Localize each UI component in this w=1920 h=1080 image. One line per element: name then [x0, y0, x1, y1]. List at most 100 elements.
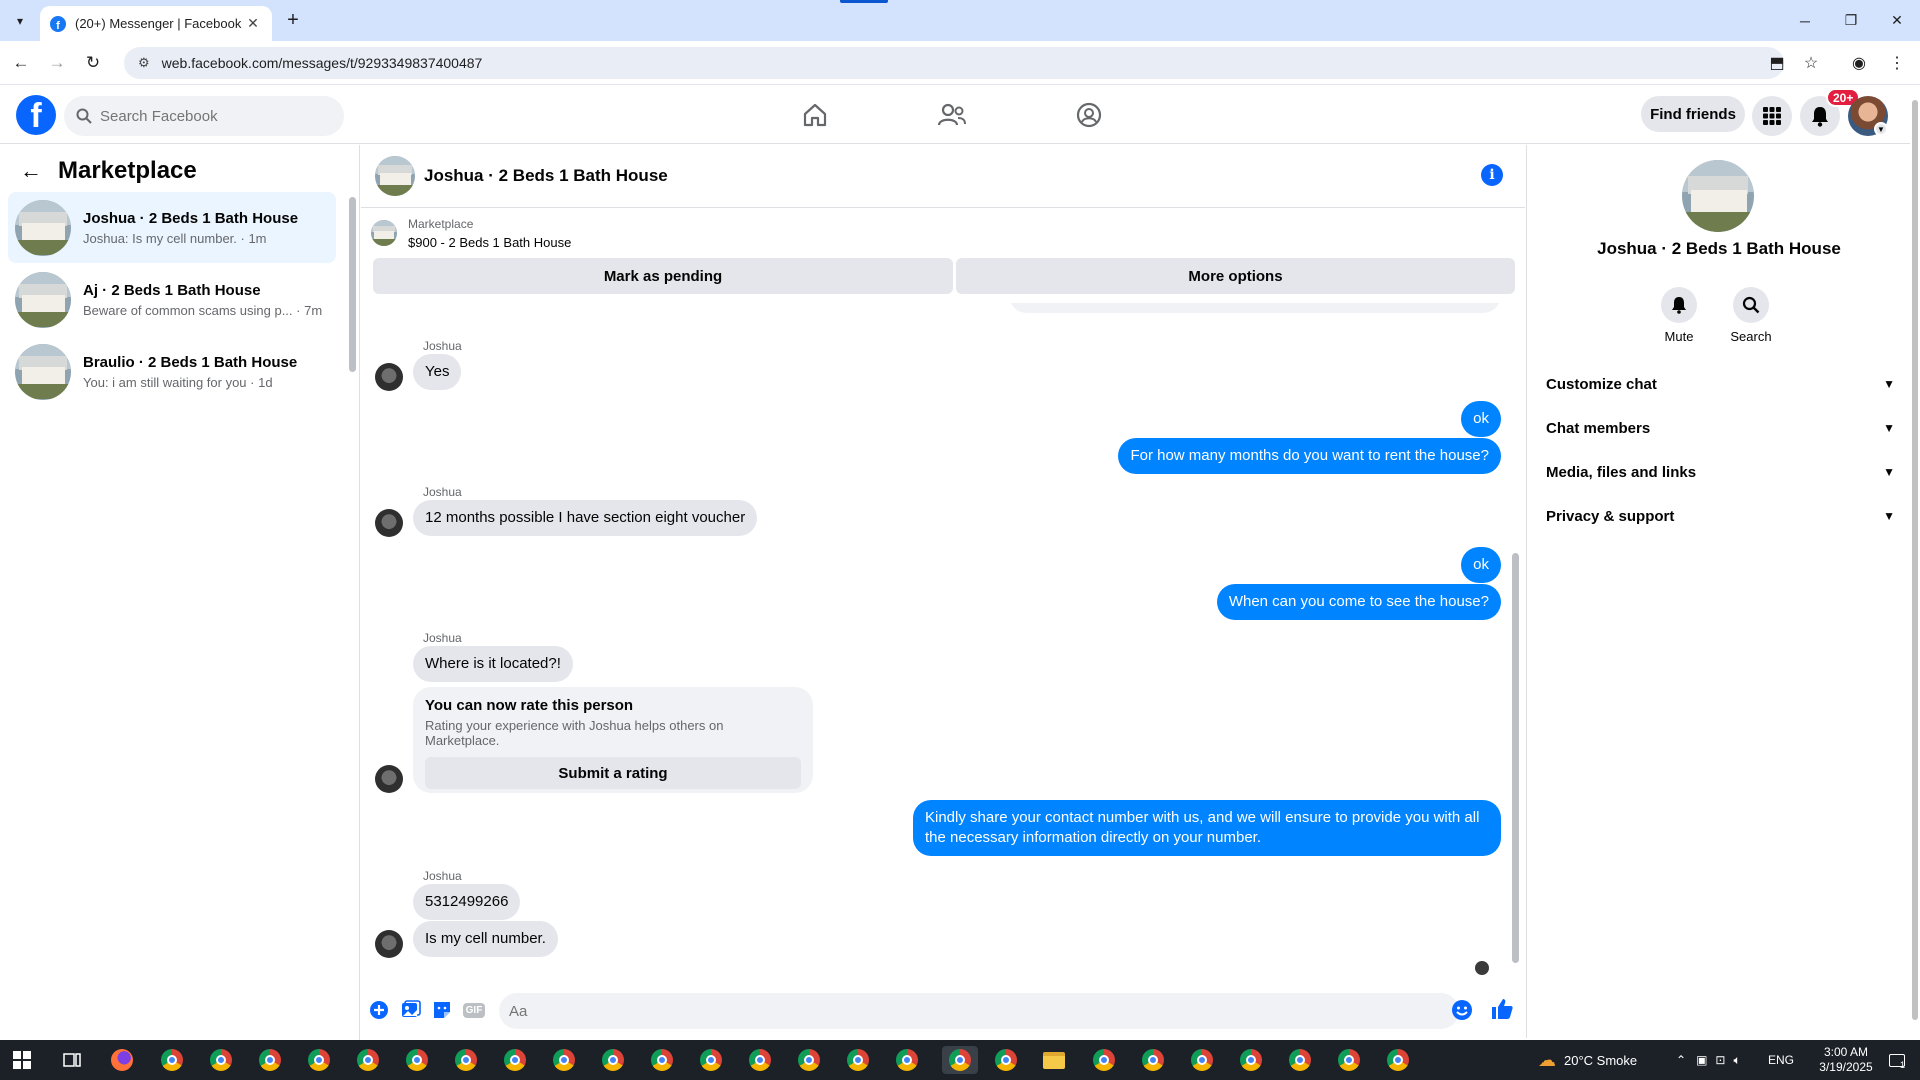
message-bubble-outgoing[interactable]: For how many months do you want to rent …	[1118, 438, 1501, 474]
file-explorer-icon[interactable]	[1040, 1046, 1068, 1074]
thumbs-up-icon[interactable]	[1490, 997, 1514, 1021]
sender-avatar[interactable]	[375, 509, 403, 537]
message-bubble-incoming[interactable]: Is my cell number.	[413, 921, 558, 957]
chrome-icon[interactable]	[403, 1046, 431, 1074]
chrome-icon[interactable]	[599, 1046, 627, 1074]
facebook-search[interactable]	[64, 96, 344, 136]
groups-icon[interactable]	[1072, 98, 1106, 132]
kebab-menu-icon[interactable]: ⋮	[1886, 52, 1908, 74]
weather-widget[interactable]: ☁ 20°C Smoke	[1538, 1040, 1637, 1080]
restore-icon[interactable]: ❐	[1828, 0, 1874, 41]
more-options-button[interactable]: More options	[956, 258, 1515, 294]
chrome-icon[interactable]	[1188, 1046, 1216, 1074]
sender-avatar[interactable]	[375, 765, 403, 793]
chrome-icon[interactable]	[746, 1046, 774, 1074]
site-info-icon[interactable]: ⚙	[138, 55, 150, 71]
chat-scrollbar[interactable]	[1512, 553, 1519, 963]
chrome-icon[interactable]	[992, 1046, 1020, 1074]
chat-members-row[interactable]: Chat members ▼	[1541, 408, 1901, 448]
reload-icon[interactable]: ↻	[80, 50, 106, 76]
chrome-icon[interactable]	[844, 1046, 872, 1074]
message-bubble-outgoing[interactable]: Kindly share your contact number with us…	[913, 800, 1501, 856]
notification-center-icon[interactable]: 1	[1880, 1040, 1914, 1080]
chrome-icon[interactable]	[354, 1046, 382, 1074]
task-view-icon[interactable]	[58, 1046, 86, 1074]
message-bubble-incoming[interactable]: Where is it located?!	[413, 646, 573, 682]
chrome-icon[interactable]	[158, 1046, 186, 1074]
network-icon[interactable]: ⊡	[1715, 1053, 1725, 1067]
chrome-icon[interactable]	[550, 1046, 578, 1074]
chrome-icon[interactable]	[501, 1046, 529, 1074]
listing-thumbnail[interactable]	[371, 220, 397, 246]
page-scrollbar-thumb[interactable]	[1912, 100, 1918, 1020]
page-scrollbar[interactable]	[1910, 86, 1920, 1040]
message-bubble-incoming[interactable]: Yes	[413, 354, 462, 390]
tab-search-chevron-icon[interactable]: ▾	[8, 9, 32, 33]
chrome-icon[interactable]	[1384, 1046, 1412, 1074]
back-arrow-icon[interactable]: ←	[20, 158, 42, 184]
mute-action[interactable]: Mute	[1649, 287, 1709, 344]
chrome-icon[interactable]	[795, 1046, 823, 1074]
chrome-icon[interactable]	[1335, 1046, 1363, 1074]
minimize-icon[interactable]: ─	[1782, 0, 1828, 41]
chrome-icon[interactable]	[207, 1046, 235, 1074]
submit-rating-button[interactable]: Submit a rating	[425, 757, 801, 789]
gif-icon[interactable]: GIF	[462, 998, 486, 1022]
camera-icon[interactable]: ▣	[1696, 1053, 1707, 1067]
chrome-icon[interactable]	[648, 1046, 676, 1074]
message-bubble-outgoing[interactable]: ok	[1461, 547, 1501, 583]
find-friends-button[interactable]: Find friends	[1641, 96, 1745, 132]
bookmark-star-icon[interactable]: ☆	[1800, 52, 1822, 74]
chrome-icon[interactable]	[1286, 1046, 1314, 1074]
address-bar[interactable]: ⚙ web.facebook.com/messages/t/9293349837…	[124, 47, 1784, 79]
message-bubble-incoming[interactable]: 5312499266	[413, 884, 521, 920]
friends-icon[interactable]	[935, 98, 969, 132]
search-input[interactable]	[100, 107, 330, 125]
chrome-icon[interactable]	[256, 1046, 284, 1074]
browser-tab-messenger[interactable]: f (20+) Messenger | Facebook ✕	[40, 6, 272, 41]
conversation-info-icon[interactable]: i	[1481, 164, 1503, 186]
chrome-icon[interactable]	[1237, 1046, 1265, 1074]
account-chevron-icon[interactable]: ▼	[1874, 122, 1888, 136]
chevron-up-icon[interactable]: ⌃	[1676, 1053, 1686, 1067]
menu-grid-icon[interactable]	[1752, 96, 1792, 136]
message-input-wrapper[interactable]	[499, 993, 1459, 1029]
listing-price-title[interactable]: $900 - 2 Beds 1 Bath House	[408, 235, 571, 250]
message-bubble-incoming[interactable]: 12 months possible I have section eight …	[413, 500, 758, 536]
chrome-icon[interactable]	[305, 1046, 333, 1074]
media-files-links-row[interactable]: Media, files and links ▼	[1541, 452, 1901, 492]
conversation-item-joshua[interactable]: Joshua · 2 Beds 1 Bath House Joshua: Is …	[8, 192, 336, 263]
tab-close-icon[interactable]: ✕	[244, 15, 262, 32]
chrome-icon[interactable]	[893, 1046, 921, 1074]
message-input[interactable]	[509, 1002, 1409, 1020]
clock[interactable]: 3:00 AM 3/19/2025	[1812, 1040, 1880, 1080]
language-indicator[interactable]: ENG	[1768, 1040, 1794, 1080]
forward-arrow-icon[interactable]: →	[44, 50, 70, 76]
firefox-icon[interactable]	[108, 1046, 136, 1074]
photo-icon[interactable]	[399, 998, 423, 1022]
new-tab-button[interactable]: +	[282, 10, 304, 32]
mark-as-pending-button[interactable]: Mark as pending	[373, 258, 953, 294]
conversation-item-braulio[interactable]: Braulio · 2 Beds 1 Bath House You: i am …	[8, 336, 336, 407]
profile-icon[interactable]: ◉	[1848, 52, 1870, 74]
customize-chat-row[interactable]: Customize chat ▼	[1541, 364, 1901, 404]
chrome-icon[interactable]	[1090, 1046, 1118, 1074]
install-app-icon[interactable]: ⬒	[1766, 52, 1788, 74]
message-bubble-outgoing[interactable]: When can you come to see the house?	[1216, 584, 1501, 620]
windows-start-icon[interactable]	[8, 1046, 36, 1074]
window-close-icon[interactable]: ✕	[1874, 0, 1920, 41]
plus-circle-icon[interactable]	[367, 998, 391, 1022]
back-arrow-icon[interactable]: ←	[8, 50, 34, 76]
conversation-item-aj[interactable]: Aj · 2 Beds 1 Bath House Beware of commo…	[8, 264, 336, 335]
chat-title[interactable]: Joshua · 2 Beds 1 Bath House	[424, 166, 668, 186]
chrome-icon[interactable]	[1139, 1046, 1167, 1074]
tray-icons[interactable]: ⌃ ▣ ⊡ 🔈︎	[1676, 1040, 1741, 1080]
chat-avatar[interactable]	[375, 156, 415, 196]
search-action[interactable]: Search	[1721, 287, 1781, 344]
chrome-icon[interactable]	[452, 1046, 480, 1074]
sidebar-scrollbar[interactable]	[349, 197, 356, 372]
sender-avatar[interactable]	[375, 930, 403, 958]
message-bubble-outgoing[interactable]: ok	[1461, 401, 1501, 437]
privacy-support-row[interactable]: Privacy & support ▼	[1541, 496, 1901, 536]
chrome-icon-active[interactable]	[942, 1046, 978, 1074]
